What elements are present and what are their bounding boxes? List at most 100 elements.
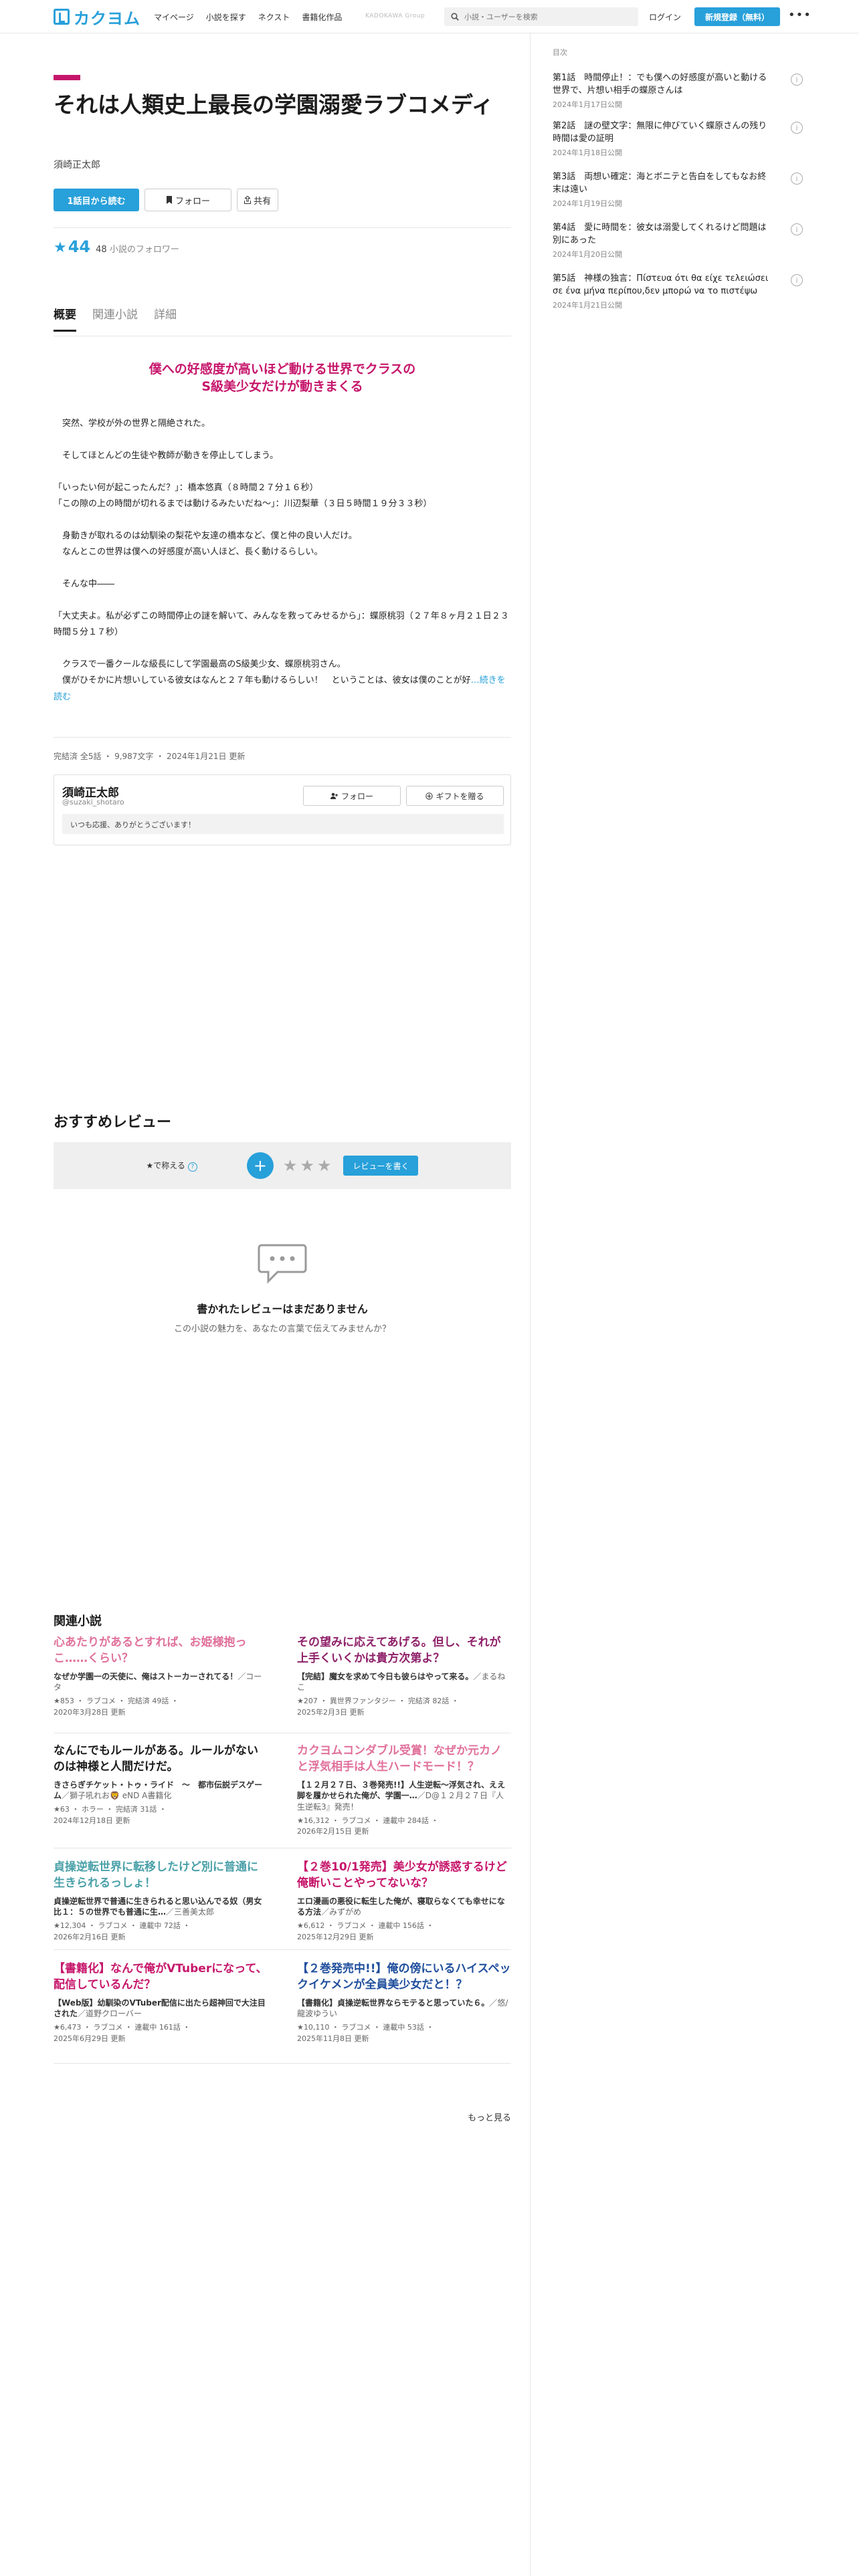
follow-work-button[interactable]: フォロー [145, 189, 231, 211]
rating-count: 44 [68, 237, 91, 256]
intro-paragraph: 「大丈夫よ。私が必ずこの時間停止の謎を解いて、みんなを救ってみせるから」：蝶原桃… [54, 611, 509, 638]
intro-paragraph: そしてほとんどの生徒や教師が動きを停止してしまう。 [54, 451, 279, 461]
related-catch[interactable]: 貞操逆転世界に転移したけど別に普通に生きられるっしょ！ [54, 1860, 268, 1892]
related-item[interactable]: カクヨムコンダブル受賞！なぜか元カノと浮気相手は人生ハードモード！？ 【１２月２… [297, 1743, 511, 1838]
related-item[interactable]: 貞操逆転世界に転移したけど別に普通に生きられるっしょ！ 貞操逆転世界で普通に生き… [54, 1860, 268, 1943]
intro-paragraph: クラスで一番クールな級長にして学園最高のS級美少女、蝶原桃羽さん。 僕がひそかに… [54, 657, 511, 705]
user-plus-icon [330, 792, 338, 799]
nav-next[interactable]: ネクスト [258, 11, 290, 23]
nav-mypage[interactable]: マイページ [154, 11, 194, 23]
info-icon[interactable]: i [791, 173, 803, 185]
related-title[interactable]: 【書籍化】貞操逆転世界ならモテると思っていた６。／悠/龍波ゆうい [297, 1998, 511, 2020]
related-title[interactable]: 【Web版】幼馴染のVTuber配信に出たら超神回で大注目された／道野クローバー [54, 1998, 268, 2020]
related-item[interactable]: その望みに応えてあげる。但し、それが上手くいくかは貴方次第よ？ 【完結】魔女を求… [297, 1635, 511, 1718]
episode-title[interactable]: 第3話 両想い確定：海とボニテと告白をしてもなお終末は遠い [553, 171, 775, 197]
related-item[interactable]: 【書籍化】なんで俺がVTuberになって、配信しているんだ？ 【Web版】幼馴染… [54, 1961, 268, 2044]
search-input[interactable] [464, 12, 625, 21]
share-button[interactable]: 共有 [237, 189, 278, 211]
tab-overview[interactable]: 概要 [54, 305, 76, 332]
related-catch[interactable]: カクヨムコンダブル受賞！なぜか元カノと浮気相手は人生ハードモード！？ [297, 1743, 511, 1776]
toc-episode[interactable]: 第2話 謎の壁文字：無限に伸びていく蝶原さんの残り時間は愛の証明 2024年1月… [553, 120, 805, 158]
bookmark-icon [166, 196, 172, 204]
related-heading: 関連小説 [54, 1614, 102, 1628]
signup-button[interactable]: 新規登録（無料） [694, 7, 780, 26]
write-review-button[interactable]: レビューを書く [343, 1156, 419, 1176]
tab-details[interactable]: 詳細 [154, 305, 177, 332]
info-icon[interactable]: i [791, 122, 803, 134]
logo-text: カクヨム [74, 9, 140, 28]
follower-count: 48 小説のフォロワー [96, 242, 179, 255]
related-catch[interactable]: その望みに応えてあげる。但し、それが上手くいくかは貴方次第よ？ [297, 1635, 511, 1667]
info-icon[interactable]: i [791, 223, 803, 235]
divider [54, 1949, 511, 1950]
related-item[interactable]: なんにでもルールがある。ルールがないのは神様と人間だけだ。 きさらぎチケット・ト… [54, 1743, 268, 1826]
episode-title[interactable]: 第4話 愛に時間を：彼女は溺愛してくれるけど問題は別にあった [553, 222, 775, 247]
related-title[interactable]: 貞操逆転世界で普通に生きられると思い込んでる奴（男女比１：５の世界でも普通に生…… [54, 1896, 268, 1919]
add-star-button[interactable]: + [246, 1152, 274, 1179]
nav-find-novels[interactable]: 小説を探す [206, 11, 246, 23]
gift-button[interactable]: ギフトを贈る [406, 786, 504, 806]
related-catch[interactable]: 心あたりがあるとすれば、お姫様抱っこ……くらい？ [54, 1635, 268, 1667]
related-meta: ★12,304 ・ ラブコメ ・ 連載中 72話 ・ 2026年2月16日 更新 [54, 1921, 191, 1941]
star-rating-icons[interactable]: ★★★ [283, 1156, 335, 1175]
more-menu-icon[interactable]: ••• [788, 8, 812, 22]
search-box[interactable] [444, 7, 638, 26]
related-title-text: 【書籍化】貞操逆転世界ならモテると思っていた６。 [297, 1998, 490, 2008]
related-author[interactable]: ／道野クローバー [78, 2009, 142, 2018]
related-author[interactable]: ／獅子吼れお🦁 eND A書籍化 [62, 1791, 171, 1800]
intro-paragraph: そんな中―― [54, 579, 115, 590]
kakuyomu-logo-icon [54, 9, 70, 25]
tab-related[interactable]: 関連小説 [92, 305, 138, 332]
praise-label-text: ★で称える [146, 1161, 185, 1170]
gift-icon [425, 792, 434, 800]
related-title[interactable]: エロ漫画の悪役に転生した俺が、寝取らなくても幸せになる方法／みずがめ [297, 1896, 511, 1919]
logo[interactable]: カクヨム [54, 7, 140, 28]
toc-episode[interactable]: 第4話 愛に時間を：彼女は溺愛してくれるけど問題は別にあった 2024年1月20… [553, 222, 805, 259]
related-item[interactable]: 【２巻発売中!!】俺の傍にいるハイスペックイケメンが全員美少女だと！？ 【書籍化… [297, 1961, 511, 2044]
toc-episode[interactable]: 第1話 時間停止！：でも僕への好感度が高いと動ける世界で、片想い相手の蝶原さんは… [553, 72, 805, 110]
divider [54, 2063, 511, 2064]
related-catch[interactable]: 【２巻10/1発売】美少女が誘惑するけど俺断いことやってないな？ [297, 1860, 511, 1892]
intro-paragraph: 「いったい何が起こったんだ？」：橋本悠真（８時間２７分１６秒） 「この隙の上の時… [54, 483, 432, 510]
episode-title[interactable]: 第5話 神様の独言：Πίστευα ότι θα είχε τελειώσει … [553, 273, 775, 298]
toc-heading: 目次 [553, 48, 567, 57]
nav-published[interactable]: 書籍化作品 [302, 11, 342, 23]
related-title[interactable]: なぜか学園一の天使に、俺はストーカーされてる！／コータ [54, 1671, 268, 1694]
share-icon [244, 196, 251, 204]
work-stats: 完結済 全5話 ・ 9,987文字 ・ 2024年1月21日 更新 [54, 752, 246, 761]
search-icon [451, 13, 459, 21]
related-item[interactable]: 【２巻10/1発売】美少女が誘惑するけど俺断いことやってないな？ エロ漫画の悪役… [297, 1860, 511, 1943]
info-icon[interactable]: i [791, 74, 803, 86]
work-title: それは人類史上最長の学園溺愛ラブコメディ [54, 92, 494, 118]
login-link[interactable]: ログイン [649, 11, 681, 23]
related-item[interactable]: 心あたりがあるとすれば、お姫様抱っこ……くらい？ なぜか学園一の天使に、俺はスト… [54, 1635, 268, 1718]
related-catch[interactable]: なんにでもルールがある。ルールがないのは神様と人間だけだ。 [54, 1743, 268, 1776]
global-nav: マイページ 小説を探す ネクスト 書籍化作品 [154, 11, 342, 23]
related-title[interactable]: 【１２月２７日、３巻発売!!】人生逆転〜浮気され、ええ脚を履かせられた俺が、学園… [297, 1780, 511, 1813]
catchcopy-line-1: 僕への好感度が高いほど動ける世界でクラスの [149, 362, 416, 377]
related-title[interactable]: きさらぎチケット・トゥ・ライド ～ 都市伝説デスゲーム／獅子吼れお🦁 eND A… [54, 1780, 268, 1802]
related-meta: ★853 ・ ラブコメ ・ 完結済 49話 ・ 2020年3月28日 更新 [54, 1697, 179, 1717]
work-author[interactable]: 須崎正太郎 [54, 158, 100, 171]
related-meta: ★207 ・ 異世界ファンタジー ・ 完結済 82話 ・ 2025年2月3日 更… [297, 1697, 459, 1717]
help-icon[interactable]: ? [187, 1162, 197, 1172]
info-icon[interactable]: i [791, 274, 803, 286]
related-catch[interactable]: 【２巻発売中!!】俺の傍にいるハイスペックイケメンが全員美少女だと！？ [297, 1961, 511, 1994]
follow-author-button[interactable]: フォロー [303, 786, 401, 806]
related-title[interactable]: 【完結】魔女を求めて今日も彼らはやって来る。／まるねこ [297, 1671, 511, 1694]
toc-episode[interactable]: 第5話 神様の独言：Πίστευα ότι θα είχε τελειώσει … [553, 273, 805, 310]
related-catch[interactable]: 【書籍化】なんで俺がVTuberになって、配信しているんだ？ [54, 1961, 268, 1994]
episode-date: 2024年1月17日公開 [553, 100, 622, 109]
gift-label: ギフトを贈る [436, 791, 484, 801]
related-title-text: なぜか学園一の天使に、俺はストーカーされてる！ [54, 1671, 238, 1681]
episode-title[interactable]: 第2話 謎の壁文字：無限に伸びていく蝶原さんの残り時間は愛の証明 [553, 120, 775, 146]
related-meta: ★6,612 ・ ラブコメ ・ 連載中 156話 ・ 2025年12月29日 更… [297, 1921, 434, 1941]
related-author[interactable]: ／みずがめ [321, 1907, 361, 1917]
related-author[interactable]: ／三善美太郎 [166, 1907, 214, 1917]
related-meta: ★63 ・ ホラー ・ 完結済 31話 ・ 2024年12月18日 更新 [54, 1805, 167, 1825]
speech-bubble-icon [258, 1244, 307, 1284]
more-related-link[interactable]: もっと見る [428, 2111, 511, 2123]
read-first-episode-button[interactable]: 1話目から読む [54, 189, 139, 211]
episode-title[interactable]: 第1話 時間停止！：でも僕への好感度が高いと動ける世界で、片想い相手の蝶原さんは [553, 72, 775, 98]
toc-episode[interactable]: 第3話 両想い確定：海とボニテと告白をしてもなお終末は遠い 2024年1月19日… [553, 171, 805, 209]
